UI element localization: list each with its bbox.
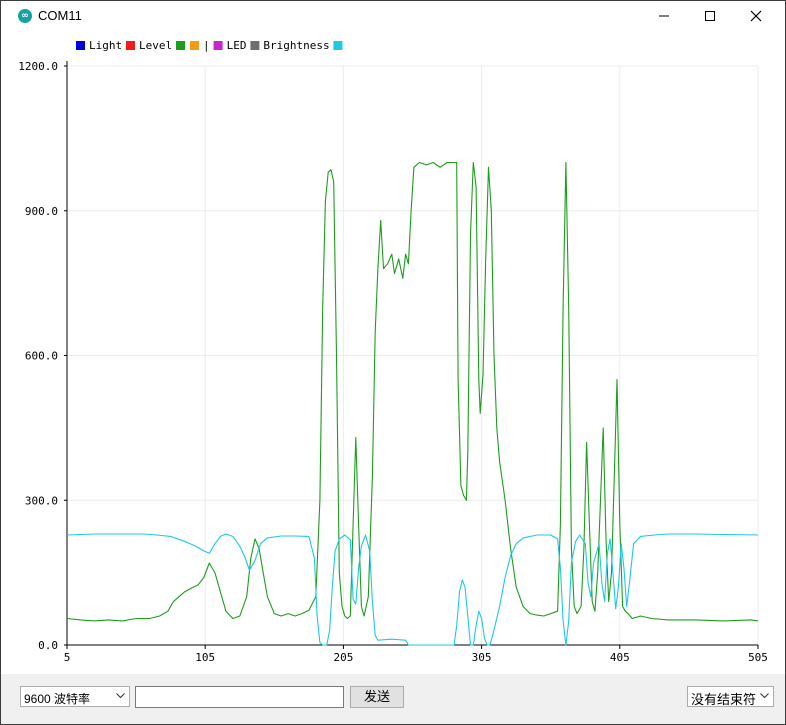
y-tick-label: 0.0 xyxy=(38,639,58,652)
legend-swatch xyxy=(76,41,85,50)
legend-label: Level xyxy=(139,39,172,52)
x-tick-label: 105 xyxy=(195,651,215,664)
window-title: COM11 xyxy=(38,8,82,23)
legend-swatch xyxy=(213,41,223,50)
x-tick-label: 405 xyxy=(610,651,630,664)
serial-plotter-window: ∞ COM11 0.0 300.0 600.0 900.0 1200.0 5 105 205 3… xyxy=(0,0,786,725)
legend-swatch xyxy=(190,41,199,50)
line-ending-value: 没有结束符 xyxy=(691,692,757,707)
maximize-icon xyxy=(705,11,715,21)
baud-rate-value: 9600 波特率 xyxy=(24,692,91,706)
plot-area: 0.0 300.0 600.0 900.0 1200.0 5 105 205 305 405 505… xyxy=(10,31,776,674)
y-tick-label: 900.0 xyxy=(25,205,58,218)
series-line-1 xyxy=(66,533,759,646)
serial-plot-chart: 0.0 300.0 600.0 900.0 1200.0 5 105 205 305 405 505… xyxy=(18,39,768,664)
y-tick-label: 1200.0 xyxy=(18,60,58,73)
baud-rate-select[interactable]: 9600 波特率 xyxy=(20,686,130,707)
y-tick-label: 300.0 xyxy=(25,494,58,507)
bottom-toolbar: 9600 波特率 发送 没有结束符 xyxy=(1,674,785,724)
title-bar: ∞ COM11 xyxy=(1,1,785,31)
legend-label: Brightness xyxy=(263,39,329,52)
legend-swatch xyxy=(250,41,260,50)
minimize-icon xyxy=(659,15,669,17)
y-tick-label: 600.0 xyxy=(25,350,58,363)
line-ending-select[interactable]: 没有结束符 xyxy=(687,686,774,707)
series-line-0 xyxy=(66,161,759,622)
close-icon xyxy=(750,10,762,22)
x-tick-label: 5 xyxy=(64,651,71,664)
arduino-infinity-icon: ∞ xyxy=(18,9,32,23)
legend-swatch xyxy=(333,41,343,50)
maximize-button[interactable] xyxy=(687,1,733,31)
legend-label: Light xyxy=(89,39,122,52)
x-tick-label: 505 xyxy=(748,651,768,664)
send-button[interactable]: 发送 xyxy=(350,686,404,708)
send-text-input[interactable] xyxy=(135,686,344,708)
x-tick-label: 205 xyxy=(333,651,353,664)
legend-label: | xyxy=(203,39,210,52)
legend-swatch xyxy=(176,41,185,50)
legend-label: LED xyxy=(227,39,247,52)
x-tick-label: 305 xyxy=(472,651,492,664)
close-button[interactable] xyxy=(733,1,779,31)
chevron-down-icon xyxy=(116,693,125,699)
legend-swatch xyxy=(126,41,135,50)
chevron-down-icon xyxy=(760,693,769,699)
minimize-button[interactable] xyxy=(641,1,687,31)
